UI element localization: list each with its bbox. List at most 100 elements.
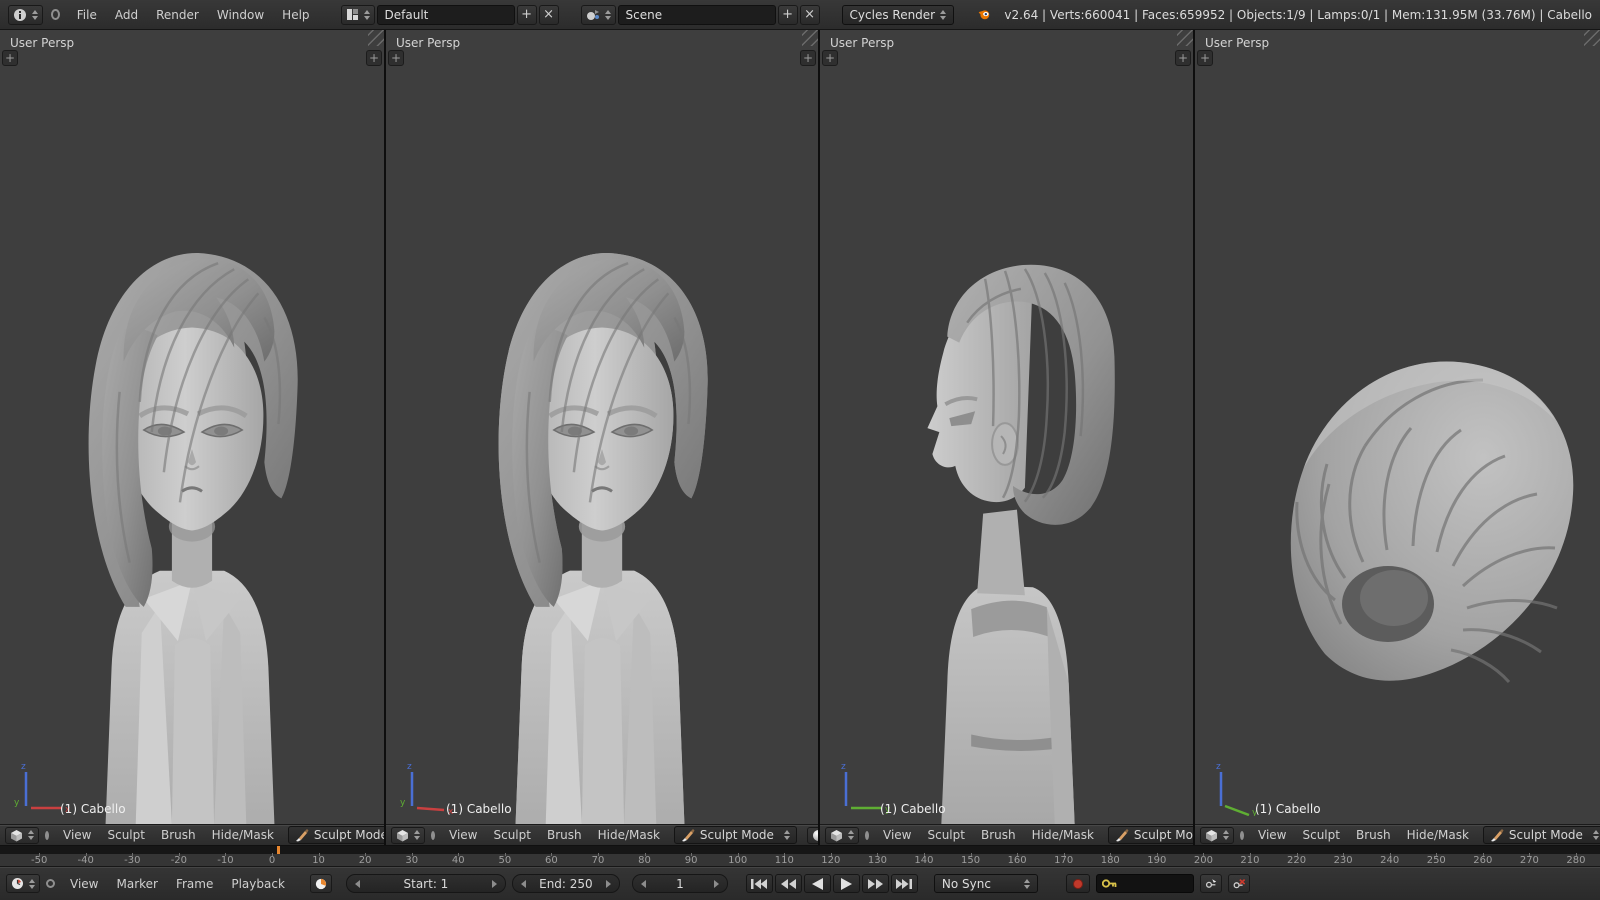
decrement-arrow-icon[interactable] bbox=[520, 879, 526, 888]
scene-add-button[interactable]: + bbox=[777, 4, 798, 25]
timeline-ruler[interactable]: -50 -40 -30 -20 -10 0 10 20 30 40 50 60 70 80 90 100 110… bbox=[0, 845, 1600, 866]
timeline-menu-view[interactable]: View bbox=[61, 877, 107, 891]
jump-to-end-button[interactable] bbox=[890, 874, 918, 893]
interaction-mode-dropdown[interactable]: Sculpt Mode bbox=[673, 826, 797, 844]
screen-layout-browse-button[interactable] bbox=[340, 4, 375, 25]
timeline-menu-marker[interactable]: Marker bbox=[107, 877, 166, 891]
viewport-shading-dropdown[interactable] bbox=[806, 826, 818, 844]
viewport-menu-sculpt[interactable]: Sculpt bbox=[485, 828, 538, 842]
viewport-editor-type-button[interactable] bbox=[1200, 826, 1234, 844]
preview-range-toggle[interactable] bbox=[309, 874, 332, 893]
collapse-menus-icon[interactable] bbox=[865, 830, 869, 840]
ruler-tick-label: 140 bbox=[914, 855, 934, 866]
collapse-menus-icon[interactable] bbox=[46, 879, 55, 888]
viewport-menu-hide-mask[interactable]: Hide/Mask bbox=[1399, 828, 1477, 842]
timeline-editor-type-button[interactable] bbox=[6, 874, 40, 893]
delete-keyframe-button[interactable] bbox=[1227, 874, 1250, 893]
mode-stepper bbox=[783, 830, 790, 840]
topbar-menu-window[interactable]: Window bbox=[208, 8, 273, 22]
area-resize-grip[interactable] bbox=[368, 30, 384, 46]
viewport-menu-sculpt[interactable]: Sculpt bbox=[99, 828, 152, 842]
insert-keyframe-button[interactable] bbox=[1199, 874, 1222, 893]
start-frame-field[interactable]: Start: 1 bbox=[345, 874, 506, 893]
next-keyframe-button[interactable] bbox=[861, 874, 889, 893]
editor-type-stepper bbox=[29, 878, 35, 889]
current-frame-field[interactable]: 1 bbox=[631, 874, 728, 893]
viewport-menu-view[interactable]: View bbox=[875, 828, 919, 842]
collapse-menus-icon[interactable] bbox=[1240, 830, 1244, 840]
end-frame-field[interactable]: End: 250 bbox=[511, 874, 620, 893]
viewport-menu-hide-mask[interactable]: Hide/Mask bbox=[590, 828, 668, 842]
viewport-editor-type-button[interactable] bbox=[5, 826, 39, 844]
viewport-2-canvas[interactable]: User Persp + + z y x (1) Cabello bbox=[386, 30, 818, 824]
region-expand-button[interactable]: + bbox=[1197, 50, 1213, 66]
viewport-menus: View Sculpt Brush Hide/Mask bbox=[55, 828, 282, 842]
collapse-menus-icon[interactable] bbox=[431, 830, 435, 840]
sync-mode-dropdown[interactable]: No Sync bbox=[933, 874, 1038, 893]
viewport-menu-brush[interactable]: Brush bbox=[153, 828, 204, 842]
current-frame-marker[interactable] bbox=[276, 846, 280, 854]
viewport-1-canvas[interactable]: User Persp + + z y x (1) Cabello bbox=[0, 30, 384, 824]
interaction-mode-dropdown[interactable]: Sculpt Mode bbox=[287, 826, 384, 844]
viewport-editor-type-button[interactable] bbox=[825, 826, 859, 844]
region-expand-button[interactable]: + bbox=[388, 50, 404, 66]
topbar-menu-add[interactable]: Add bbox=[106, 8, 147, 22]
play-reverse-icon bbox=[811, 877, 823, 890]
viewport-menu-brush[interactable]: Brush bbox=[1348, 828, 1399, 842]
increment-arrow-icon[interactable] bbox=[605, 879, 611, 888]
topbar-menu-help[interactable]: Help bbox=[273, 8, 318, 22]
screen-layout-close-button[interactable]: × bbox=[538, 4, 559, 25]
timeline-menu-frame[interactable]: Frame bbox=[167, 877, 222, 891]
scene-name: Scene bbox=[625, 7, 663, 22]
topbar-menu-render[interactable]: Render bbox=[147, 8, 208, 22]
collapse-menus-icon[interactable] bbox=[51, 9, 60, 20]
area-resize-grip[interactable] bbox=[802, 30, 818, 46]
render-engine-dropdown[interactable]: Cycles Render bbox=[841, 4, 955, 25]
timeline-menu-playback[interactable]: Playback bbox=[222, 877, 294, 891]
active-object-label: (1) Cabello bbox=[446, 802, 512, 816]
play-button[interactable] bbox=[832, 874, 860, 893]
region-expand-button[interactable]: + bbox=[366, 50, 382, 66]
interaction-mode-value: Sculpt Mode bbox=[699, 828, 774, 842]
decrement-arrow-icon[interactable] bbox=[640, 879, 646, 888]
scene-browse-button[interactable] bbox=[580, 4, 616, 25]
increment-arrow-icon[interactable] bbox=[491, 879, 497, 888]
region-expand-button[interactable]: + bbox=[800, 50, 816, 66]
viewport-menu-hide-mask[interactable]: Hide/Mask bbox=[204, 828, 282, 842]
jump-to-start-button[interactable] bbox=[745, 874, 773, 893]
viewport-editor-type-button[interactable] bbox=[391, 826, 425, 844]
scene-close-button[interactable]: × bbox=[799, 4, 820, 25]
scene-name-field[interactable]: Scene bbox=[617, 4, 776, 25]
screen-layout-name-field[interactable]: Default bbox=[376, 4, 515, 25]
region-expand-button[interactable]: + bbox=[2, 50, 18, 66]
region-expand-button[interactable]: + bbox=[822, 50, 838, 66]
area-resize-grip[interactable] bbox=[1177, 30, 1193, 46]
viewport-4-canvas[interactable]: User Persp + z y (1) Cabello bbox=[1195, 30, 1600, 824]
active-object-label: (1) Cabello bbox=[1255, 802, 1321, 816]
info-editor-type-button[interactable] bbox=[8, 4, 43, 25]
play-reverse-button[interactable] bbox=[803, 874, 831, 893]
brush-icon bbox=[1490, 829, 1504, 842]
viewport-menu-sculpt[interactable]: Sculpt bbox=[919, 828, 972, 842]
auto-keyframe-toggle[interactable] bbox=[1065, 874, 1090, 893]
viewport-menu-hide-mask[interactable]: Hide/Mask bbox=[1024, 828, 1102, 842]
viewport-menu-brush[interactable]: Brush bbox=[973, 828, 1024, 842]
viewport-menu-sculpt[interactable]: Sculpt bbox=[1294, 828, 1347, 842]
previous-keyframe-button[interactable] bbox=[774, 874, 802, 893]
interaction-mode-dropdown[interactable]: Sculpt Mode bbox=[1107, 826, 1193, 844]
ruler-tick-label: 160 bbox=[1007, 855, 1027, 866]
interaction-mode-dropdown[interactable]: Sculpt Mode bbox=[1482, 826, 1600, 844]
increment-arrow-icon[interactable] bbox=[713, 879, 719, 888]
keying-set-field[interactable] bbox=[1095, 874, 1194, 893]
region-expand-button[interactable]: + bbox=[1175, 50, 1191, 66]
viewport-menu-view[interactable]: View bbox=[441, 828, 485, 842]
collapse-menus-icon[interactable] bbox=[45, 830, 49, 840]
decrement-arrow-icon[interactable] bbox=[354, 879, 360, 888]
viewport-menu-view[interactable]: View bbox=[55, 828, 99, 842]
viewport-menu-brush[interactable]: Brush bbox=[539, 828, 590, 842]
area-resize-grip[interactable] bbox=[1584, 30, 1600, 46]
viewport-3-canvas[interactable]: User Persp + + z y (1) Cabello bbox=[820, 30, 1193, 824]
topbar-menu-file[interactable]: File bbox=[68, 8, 106, 22]
viewport-menu-view[interactable]: View bbox=[1250, 828, 1294, 842]
screen-layout-add-button[interactable]: + bbox=[516, 4, 537, 25]
